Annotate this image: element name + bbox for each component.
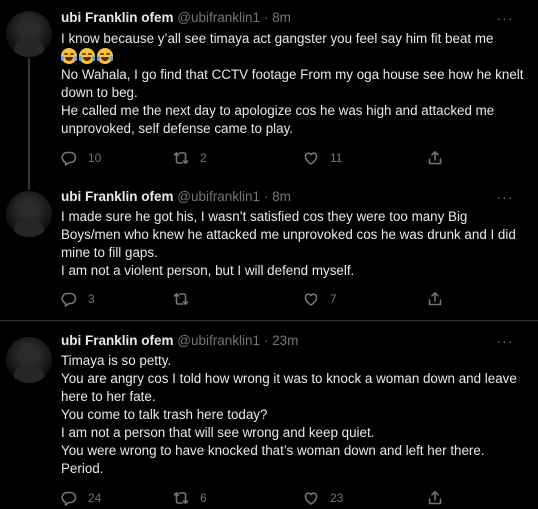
more-icon[interactable]: ··· — [496, 9, 514, 27]
reply-icon — [61, 292, 77, 307]
tweet-actions: 24 6 23 — [61, 489, 491, 507]
tweet-actions: 10 2 11 — [61, 149, 491, 167]
tweet-header: ubi Franklin ofem @ubifranklin1 · 23m — [61, 332, 298, 350]
reply-button[interactable]: 3 — [61, 290, 95, 308]
like-button[interactable]: 23 — [303, 489, 343, 507]
share-button[interactable] — [427, 149, 443, 167]
like-button[interactable]: 7 — [303, 290, 337, 308]
share-icon — [428, 151, 442, 165]
display-name[interactable]: ubi Franklin ofem — [61, 333, 174, 348]
tweet[interactable]: ubi Franklin ofem @ubifranklin1 · 8m ···… — [0, 180, 538, 320]
emoji-row — [61, 48, 526, 66]
timestamp[interactable]: 8m — [272, 10, 291, 25]
tweet-line: You are angry cos I told how wrong it wa… — [61, 371, 517, 404]
user-handle[interactable]: @ubifranklin1 — [177, 10, 260, 25]
reply-count: 10 — [88, 151, 102, 165]
user-handle[interactable]: @ubifranklin1 — [177, 189, 260, 204]
avatar[interactable] — [6, 191, 52, 237]
retweet-count: 2 — [200, 151, 207, 165]
retweet-button[interactable]: 6 — [173, 489, 207, 507]
face-with-tears-of-joy-icon — [79, 48, 95, 64]
reply-button[interactable]: 10 — [61, 149, 101, 167]
share-icon — [428, 292, 442, 306]
tweet-line: I am not a violent person, but I will de… — [61, 263, 355, 278]
heart-icon — [304, 152, 318, 165]
avatar[interactable] — [6, 337, 52, 383]
tweet-line: Timaya is so petty. — [61, 353, 172, 368]
like-count: 23 — [330, 491, 344, 505]
reply-count: 3 — [88, 292, 95, 306]
reply-count: 24 — [88, 491, 102, 505]
retweet-count: 6 — [200, 491, 207, 505]
share-icon — [428, 491, 442, 505]
like-count: 7 — [330, 292, 337, 306]
heart-icon — [304, 293, 318, 306]
tweet-feed: ubi Franklin ofem @ubifranklin1 · 8m ···… — [0, 0, 538, 509]
tweet-actions: 3 7 — [61, 290, 491, 308]
share-button[interactable] — [427, 489, 443, 507]
tweet-line: I know because y’all see timaya act gang… — [61, 31, 494, 46]
tweet-line: No Wahala, I go find that CCTV footage F… — [61, 67, 524, 100]
like-count: 11 — [330, 151, 343, 165]
retweet-button[interactable]: 2 — [173, 149, 207, 167]
retweet-icon — [173, 293, 189, 305]
more-icon[interactable]: ··· — [496, 332, 514, 350]
more-icon[interactable]: ··· — [496, 188, 514, 206]
tweet-text: Timaya is so petty. You are angry cos I … — [61, 352, 526, 478]
separator: · — [263, 10, 269, 25]
like-button[interactable]: 11 — [303, 149, 342, 167]
display-name[interactable]: ubi Franklin ofem — [61, 10, 174, 25]
reply-icon — [61, 491, 77, 506]
retweet-button[interactable] — [173, 290, 200, 308]
reply-button[interactable]: 24 — [61, 489, 101, 507]
tweet-header: ubi Franklin ofem @ubifranklin1 · 8m — [61, 9, 291, 27]
tweet[interactable]: ubi Franklin ofem @ubifranklin1 · 23m ··… — [0, 320, 538, 509]
tweet-line: You were wrong to have knocked that’s wo… — [61, 443, 485, 476]
tweet-line: You come to talk trash here today? — [61, 407, 268, 422]
user-handle[interactable]: @ubifranklin1 — [177, 333, 260, 348]
retweet-icon — [173, 492, 189, 504]
face-with-tears-of-joy-icon — [97, 48, 113, 64]
tweet-line: I am not a person that will see wrong an… — [61, 425, 375, 440]
tweet[interactable]: ubi Franklin ofem @ubifranklin1 · 8m ···… — [0, 0, 538, 190]
reply-icon — [61, 151, 77, 166]
timestamp[interactable]: 8m — [272, 189, 291, 204]
tweet-line: I made sure he got his, I wasn’t satisfi… — [61, 209, 516, 260]
tweet-text: I know because y’all see timaya act gang… — [61, 30, 526, 138]
avatar[interactable] — [6, 11, 52, 57]
display-name[interactable]: ubi Franklin ofem — [61, 189, 174, 204]
retweet-icon — [173, 152, 189, 164]
face-with-tears-of-joy-icon — [61, 48, 77, 64]
share-button[interactable] — [427, 290, 443, 308]
tweet-text: I made sure he got his, I wasn’t satisfi… — [61, 208, 526, 280]
tweet-header: ubi Franklin ofem @ubifranklin1 · 8m — [61, 188, 291, 206]
thread-connector — [28, 58, 30, 190]
separator: · — [263, 189, 269, 204]
tweet-line: He called me the next day to apologize c… — [61, 103, 495, 136]
timestamp[interactable]: 23m — [272, 333, 298, 348]
heart-icon — [304, 492, 318, 505]
separator: · — [263, 333, 269, 348]
